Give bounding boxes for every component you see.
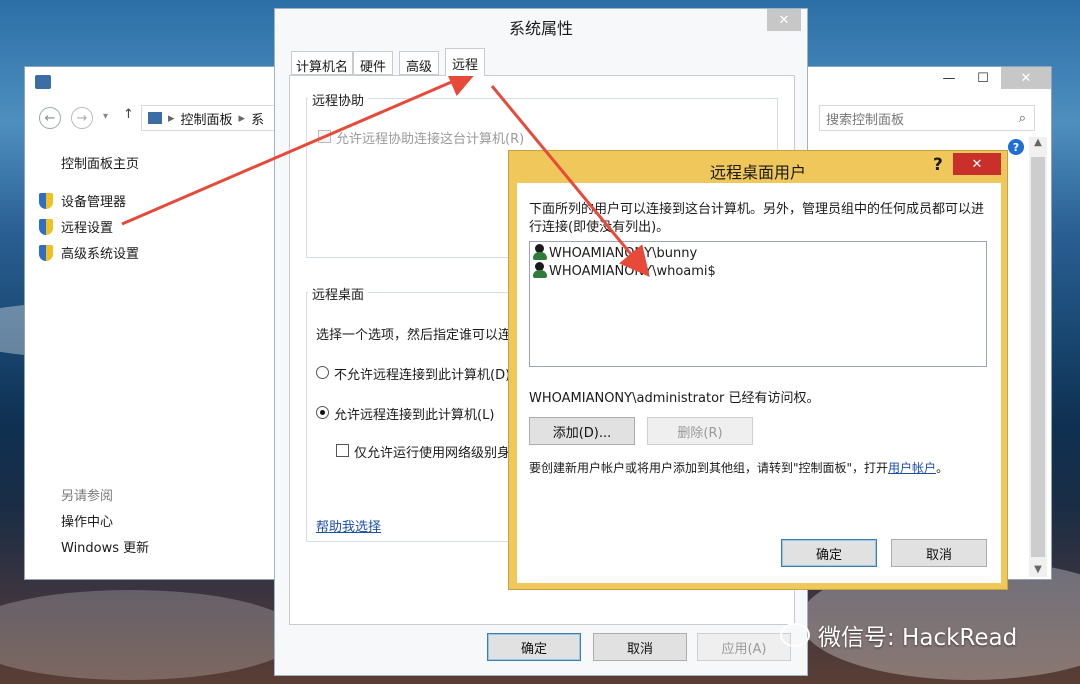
remove-user-button[interactable]: 删除(R)	[647, 417, 753, 445]
background-wave	[0, 590, 300, 680]
ok-button[interactable]: 确定	[781, 539, 877, 567]
deny-remote-label: 不允许远程连接到此计算机(D)	[334, 368, 511, 383]
nla-checkbox[interactable]	[336, 444, 349, 457]
list-item-label: WHOAMIANONY\whoami$	[549, 264, 716, 279]
help-icon[interactable]: ?	[1008, 139, 1024, 155]
control-panel-icon	[148, 112, 162, 124]
remote-assistance-title: 远程协助	[308, 90, 369, 109]
scroll-up-icon[interactable]: ▲	[1029, 137, 1047, 148]
user-icon	[532, 262, 548, 278]
chevron-down-icon[interactable]: ▾	[103, 111, 108, 122]
sidebar-item-device-manager[interactable]: 设备管理器	[39, 191, 126, 210]
up-arrow-icon[interactable]: ↑	[123, 107, 134, 122]
close-button[interactable]: ✕	[953, 153, 1001, 175]
tab-remote[interactable]: 远程	[445, 48, 486, 76]
allow-remote-radio[interactable]	[316, 406, 329, 419]
wechat-icon	[780, 623, 810, 647]
dialog-description: 下面所列的用户可以连接到这台计算机。另外，管理员组中的任何成员都可以进行连接(即…	[529, 202, 985, 235]
tab-advanced[interactable]: 高级	[399, 51, 440, 75]
list-item-label: WHOAMIANONY\bunny	[549, 246, 698, 261]
tab-hardware[interactable]: 硬件	[353, 51, 394, 75]
address-bar[interactable]: ▸ 控制面板 ▸ 系	[141, 105, 275, 131]
footer-text-main: 要创建新用户帐户或将用户添加到其他组，请转到"控制面板"，打开	[529, 461, 889, 475]
list-item[interactable]: WHOAMIANONY\whoami$	[532, 262, 984, 280]
breadcrumb-separator: ▸	[168, 110, 175, 126]
sidebar-item-label: 高级系统设置	[61, 247, 140, 262]
remote-assistance-checkbox[interactable]	[318, 130, 331, 143]
add-user-button[interactable]: 添加(D)...	[529, 417, 635, 445]
allow-remote-label: 允许远程连接到此计算机(L)	[334, 408, 495, 423]
close-button[interactable]: ✕	[1001, 67, 1051, 89]
scroll-thumb[interactable]	[1031, 157, 1045, 557]
footer-text: 要创建新用户帐户或将用户添加到其他组，请转到"控制面板"，打开用户帐户。	[529, 459, 999, 476]
search-box[interactable]: 搜索控制面板 ⌕	[819, 105, 1035, 131]
apply-button[interactable]: 应用(A)	[697, 633, 791, 661]
maximize-button[interactable]: ☐	[969, 67, 997, 89]
scrollbar[interactable]: ▲ ▼	[1029, 137, 1047, 577]
see-also-heading: 另请参阅	[61, 489, 114, 504]
user-icon	[532, 244, 548, 260]
control-panel-home-link[interactable]: 控制面板主页	[61, 153, 139, 172]
users-list[interactable]: WHOAMIANONY\bunny WHOAMIANONY\whoami$	[529, 241, 987, 367]
shield-icon	[39, 218, 53, 235]
forward-icon[interactable]: →	[71, 107, 93, 129]
watermark-text: 微信号: HackRead	[818, 625, 1018, 651]
shield-icon	[39, 192, 53, 209]
back-icon[interactable]: ←	[39, 107, 61, 129]
sidebar-item-label: 远程设置	[61, 221, 114, 236]
footer-text-end: 。	[936, 461, 949, 475]
dialog-body: 下面所列的用户可以连接到这台计算机。另外，管理员组中的任何成员都可以进行连接(即…	[517, 183, 1001, 583]
close-button[interactable]: ✕	[767, 9, 801, 31]
user-accounts-link[interactable]: 用户帐户	[888, 461, 936, 475]
nla-label: 仅允许运行使用网络级别身	[354, 446, 511, 461]
shield-icon	[39, 244, 53, 261]
remote-assistance-label: 允许远程协助连接这台计算机(R)	[336, 132, 525, 147]
minimize-button[interactable]: —	[935, 67, 963, 89]
breadcrumb-root[interactable]: 控制面板	[181, 109, 233, 128]
sidebar-item-advanced-system[interactable]: 高级系统设置	[39, 243, 139, 262]
search-icon[interactable]: ⌕	[1019, 111, 1026, 126]
remote-desktop-intro: 选择一个选项，然后指定谁可以连	[316, 328, 512, 343]
remote-desktop-users-dialog: 远程桌面用户 ? ✕ 下面所列的用户可以连接到这台计算机。另外，管理员组中的任何…	[508, 150, 1008, 590]
see-also-action-center[interactable]: 操作中心	[61, 511, 113, 530]
help-glyph[interactable]: ?	[933, 155, 943, 175]
deny-remote-radio[interactable]	[316, 366, 329, 379]
sidebar-item-label: 设备管理器	[61, 195, 127, 210]
access-note: WHOAMIANONY\administrator 已经有访问权。	[529, 391, 820, 406]
breadcrumb-separator: ▸	[238, 110, 246, 126]
search-input[interactable]: 搜索控制面板	[826, 109, 904, 128]
remote-desktop-title: 远程桌面	[308, 284, 369, 303]
breadcrumb-next[interactable]: 系	[251, 109, 264, 128]
ok-button[interactable]: 确定	[487, 633, 581, 661]
sidebar-item-remote-settings[interactable]: 远程设置	[39, 217, 113, 236]
cancel-button[interactable]: 取消	[891, 539, 987, 567]
app-icon	[35, 75, 51, 89]
scroll-down-icon[interactable]: ▼	[1029, 564, 1047, 575]
watermark: 微信号: HackRead	[780, 618, 1017, 652]
see-also-windows-update[interactable]: Windows 更新	[61, 537, 149, 556]
list-item[interactable]: WHOAMIANONY\bunny	[532, 244, 984, 262]
window-title: 系统属性	[508, 19, 573, 38]
help-me-choose-link[interactable]: 帮助我选择	[316, 516, 381, 535]
tab-computer-name[interactable]: 计算机名	[291, 51, 354, 75]
cancel-button[interactable]: 取消	[593, 633, 687, 661]
